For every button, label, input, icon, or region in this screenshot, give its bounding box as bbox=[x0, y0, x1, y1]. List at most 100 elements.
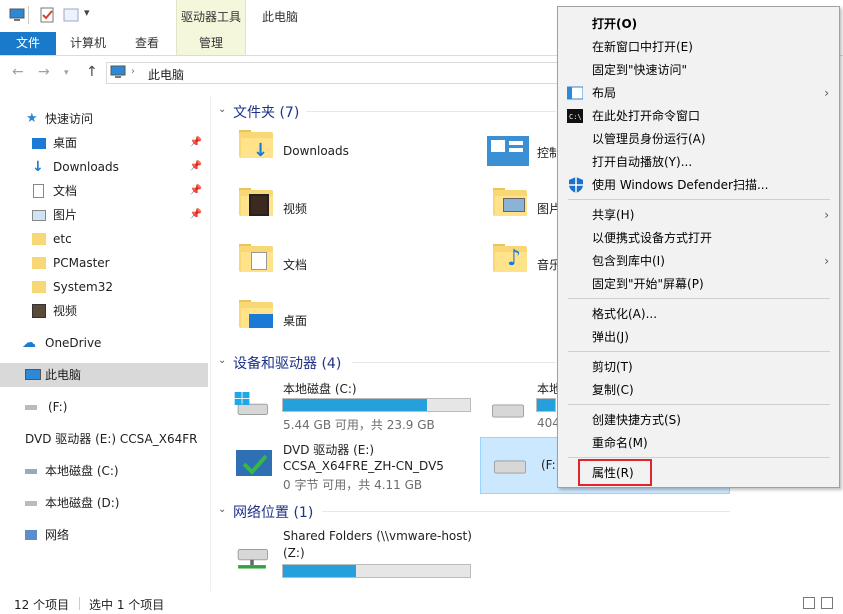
sidebar-item-onedrive[interactable]: ☁ OneDrive bbox=[0, 331, 208, 355]
menu-item-include-library[interactable]: 包含到库中(I) › bbox=[558, 250, 839, 272]
menu-item-label: 剪切(T) bbox=[592, 360, 633, 374]
sidebar-item-videos[interactable]: 视频 bbox=[0, 299, 208, 323]
folder-icon bbox=[32, 257, 46, 269]
menu-item-pin-start[interactable]: 固定到"开始"屏幕(P) bbox=[558, 273, 839, 295]
drive-icon[interactable] bbox=[488, 398, 528, 424]
menu-item-pin-quick-access[interactable]: 固定到"快速访问" bbox=[558, 59, 839, 81]
layout-icon bbox=[567, 86, 583, 100]
sidebar-item-label: PCMaster bbox=[53, 256, 110, 270]
menu-item-run-as-admin[interactable]: 以管理员身份运行(A) bbox=[558, 128, 839, 150]
sidebar-item-pictures[interactable]: 图片 📌 bbox=[0, 203, 208, 227]
computer-icon[interactable] bbox=[8, 6, 26, 24]
cloud-icon: ☁ bbox=[22, 335, 36, 351]
svg-text:C:\: C:\ bbox=[569, 113, 582, 121]
menu-item-eject[interactable]: 弹出(J) bbox=[558, 326, 839, 348]
folder-tile-downloads[interactable]: Downloads bbox=[283, 144, 349, 158]
divider bbox=[306, 111, 556, 112]
pin-icon[interactable]: 📌 bbox=[190, 203, 202, 227]
control-panel-icon[interactable] bbox=[487, 136, 529, 166]
dvd-drive-name[interactable]: DVD 驱动器 (E:) bbox=[283, 441, 374, 458]
sidebar-item-dvd-e[interactable]: DVD 驱动器 (E:) CCSA_X64FR bbox=[0, 427, 208, 451]
sidebar-item-label: 本地磁盘 (C:) bbox=[45, 464, 119, 478]
menu-separator bbox=[568, 298, 830, 299]
menu-item-open-cmd[interactable]: C:\ 在此处打开命令窗口 bbox=[558, 105, 839, 127]
sidebar-item-quick-access[interactable]: ★ 快速访问 bbox=[0, 107, 208, 131]
sidebar-item-network[interactable]: 网络 bbox=[0, 523, 208, 547]
dvd-drive-free-space: 0 字节 可用，共 4.11 GB bbox=[283, 478, 423, 492]
sidebar-item-etc[interactable]: etc bbox=[0, 227, 208, 251]
sidebar-item-drive-d[interactable]: 本地磁盘 (D:) bbox=[0, 491, 208, 515]
menu-item-label: 打开(O) bbox=[592, 17, 638, 31]
pin-icon[interactable]: 📌 bbox=[190, 155, 202, 179]
divider bbox=[322, 511, 730, 512]
sidebar-item-label: (F:) bbox=[48, 400, 68, 414]
pictures-folder-icon[interactable] bbox=[493, 188, 527, 216]
sidebar-item-desktop[interactable]: 桌面 📌 bbox=[0, 131, 208, 155]
details-view-icon[interactable] bbox=[803, 597, 815, 609]
menu-item-format[interactable]: 格式化(A)... bbox=[558, 303, 839, 325]
properties-icon[interactable] bbox=[38, 6, 56, 24]
menu-item-defender-scan[interactable]: 使用 Windows Defender扫描... bbox=[558, 174, 839, 196]
forward-arrow-icon[interactable]: → bbox=[38, 64, 50, 80]
chevron-down-icon[interactable]: ⌄ bbox=[218, 104, 226, 115]
network-share-name[interactable]: Shared Folders (\\vmware-host) bbox=[283, 529, 472, 543]
menu-item-open[interactable]: 打开(O) bbox=[558, 13, 839, 35]
folders-group-header[interactable]: 文件夹 (7) bbox=[233, 102, 299, 122]
menu-item-layout[interactable]: 布局 › bbox=[558, 82, 839, 104]
computer-icon bbox=[25, 369, 41, 380]
tab-view[interactable]: 查看 bbox=[135, 32, 159, 55]
music-folder-icon[interactable]: ♪ bbox=[493, 244, 527, 272]
recent-chevron-icon[interactable]: ▾ bbox=[64, 68, 69, 78]
up-arrow-icon[interactable]: ↑ bbox=[86, 64, 98, 80]
sidebar-item-pcmaster[interactable]: PCMaster bbox=[0, 251, 208, 275]
downloads-folder-icon[interactable]: ↓ bbox=[239, 130, 273, 161]
sidebar-item-downloads[interactable]: ↓ Downloads 📌 bbox=[0, 155, 208, 179]
menu-item-open-new-window[interactable]: 在新窗口中打开(E) bbox=[558, 36, 839, 58]
desktop-folder-icon[interactable] bbox=[239, 300, 273, 328]
devices-group-header[interactable]: 设备和驱动器 (4) bbox=[233, 353, 341, 373]
menu-separator bbox=[568, 404, 830, 405]
navigation-pane: ★ 快速访问 桌面 📌 ↓ Downloads 📌 文档 📌 图片 📌 etc … bbox=[0, 95, 210, 591]
menu-item-copy[interactable]: 复制(C) bbox=[558, 379, 839, 401]
sidebar-item-this-pc[interactable]: 此电脑 bbox=[0, 363, 208, 387]
drive-c-name[interactable]: 本地磁盘 (C:) bbox=[283, 380, 357, 397]
folder-tile-videos[interactable]: 视频 bbox=[283, 200, 307, 217]
back-arrow-icon[interactable]: ← bbox=[12, 64, 24, 80]
sidebar-item-drive-c[interactable]: 本地磁盘 (C:) bbox=[0, 459, 208, 483]
drive-icon bbox=[25, 469, 37, 474]
pin-icon[interactable]: 📌 bbox=[190, 179, 202, 203]
menu-separator bbox=[568, 199, 830, 200]
menu-item-label: 共享(H) bbox=[592, 208, 635, 222]
menu-item-label: 布局 bbox=[592, 86, 617, 100]
dvd-drive-icon[interactable] bbox=[234, 448, 274, 478]
menu-item-open-portable[interactable]: 以便携式设备方式打开 bbox=[558, 227, 839, 249]
menu-item-cut[interactable]: 剪切(T) bbox=[558, 356, 839, 378]
new-folder-icon[interactable] bbox=[62, 6, 80, 24]
tab-computer[interactable]: 计算机 bbox=[70, 32, 106, 55]
sidebar-item-label: DVD 驱动器 (E:) CCSA_X64FR bbox=[25, 432, 198, 446]
sidebar-item-documents[interactable]: 文档 📌 bbox=[0, 179, 208, 203]
menu-item-rename[interactable]: 重命名(M) bbox=[558, 432, 839, 454]
chevron-down-icon[interactable]: ⌄ bbox=[218, 355, 226, 366]
pin-icon[interactable]: 📌 bbox=[190, 131, 202, 155]
network-group-header[interactable]: 网络位置 (1) bbox=[233, 502, 313, 522]
pane-splitter[interactable] bbox=[210, 95, 211, 591]
sidebar-item-label: System32 bbox=[53, 280, 114, 294]
tab-file[interactable]: 文件 bbox=[0, 32, 56, 55]
chevron-down-icon[interactable]: ⌄ bbox=[218, 504, 226, 515]
documents-folder-icon[interactable] bbox=[239, 244, 273, 272]
sidebar-item-system32[interactable]: System32 bbox=[0, 275, 208, 299]
chevron-down-icon[interactable]: ▾ bbox=[84, 6, 90, 19]
folder-tile-desktop[interactable]: 桌面 bbox=[283, 312, 307, 329]
tiles-view-icon[interactable] bbox=[821, 597, 833, 609]
tab-manage[interactable]: 管理 bbox=[176, 32, 246, 55]
sidebar-item-drive-f[interactable]: (F:) bbox=[0, 395, 208, 419]
folder-tile-documents[interactable]: 文档 bbox=[283, 256, 307, 273]
sidebar-item-label: Downloads bbox=[53, 160, 119, 174]
menu-item-create-shortcut[interactable]: 创建快捷方式(S) bbox=[558, 409, 839, 431]
menu-item-autoplay[interactable]: 打开自动播放(Y)... bbox=[558, 151, 839, 173]
videos-folder-icon[interactable] bbox=[239, 188, 273, 216]
menu-item-share[interactable]: 共享(H) › bbox=[558, 204, 839, 226]
windows-drive-icon[interactable] bbox=[232, 392, 272, 418]
network-drive-icon[interactable] bbox=[232, 546, 272, 572]
